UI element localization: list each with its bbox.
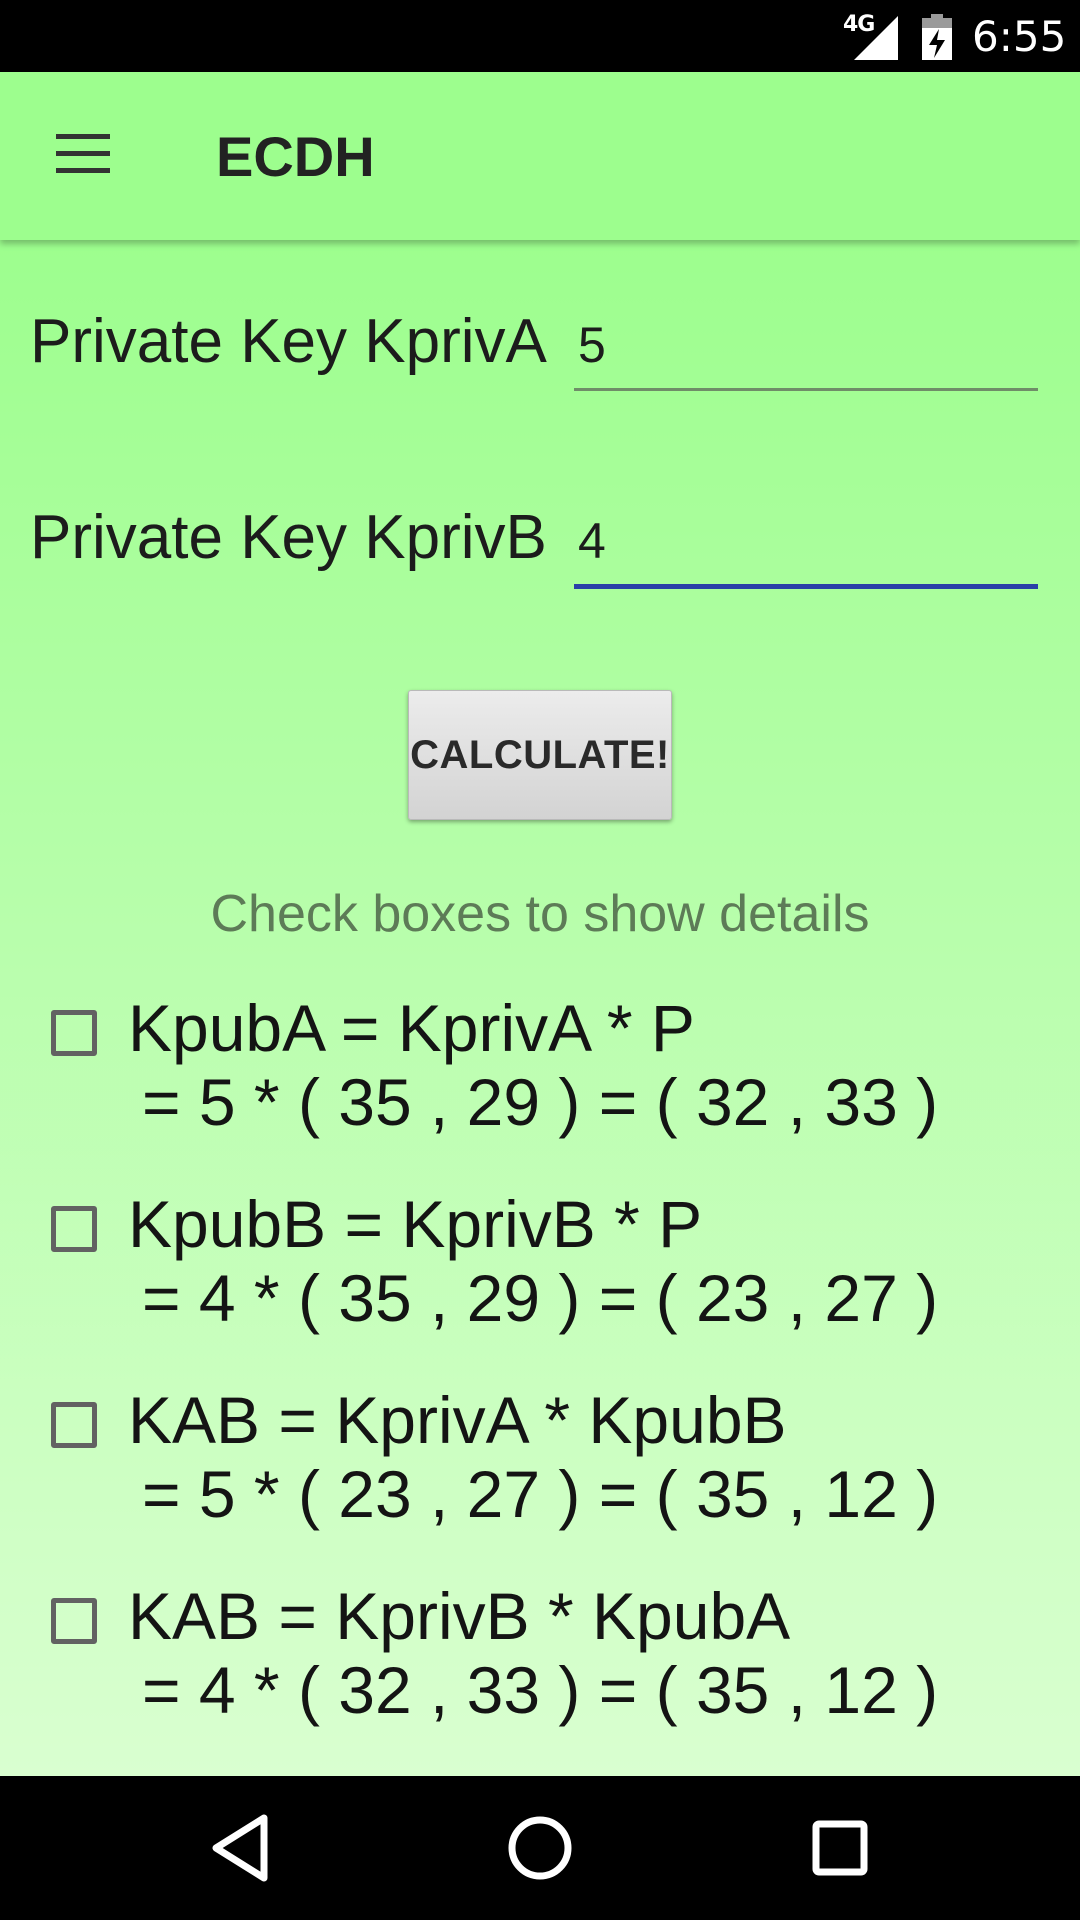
home-icon[interactable] <box>502 1810 578 1886</box>
detail-formula: KAB = KprivB * KpubA <box>128 1579 791 1653</box>
status-bar: 4G 6:55 <box>0 0 1080 72</box>
signal-icon <box>854 16 898 60</box>
detail-result: = 4 * ( 32 , 33 ) = ( 35 , 12 ) <box>142 1653 939 1727</box>
kpriv-b-input[interactable] <box>574 506 1040 576</box>
battery-charging-icon <box>922 14 952 60</box>
kpriv-a-label: Private Key KprivA <box>30 307 547 376</box>
detail-row-kpub-a[interactable]: KpubA = KprivA * P = 5 * ( 35 , 29 ) = (… <box>0 990 1080 1170</box>
checkbox[interactable] <box>51 1598 97 1644</box>
checkbox[interactable] <box>51 1010 97 1056</box>
detail-result: = 4 * ( 35 , 29 ) = ( 23 , 27 ) <box>142 1261 939 1335</box>
kpriv-b-label: Private Key KprivB <box>30 503 547 572</box>
detail-formula: KpubA = KprivA * P <box>128 991 695 1065</box>
detail-row-kpub-b[interactable]: KpubB = KprivB * P = 4 * ( 35 , 29 ) = (… <box>0 1186 1080 1366</box>
kpriv-a-underline <box>574 388 1038 391</box>
detail-formula: KAB = KprivA * KpubB <box>128 1383 787 1457</box>
detail-result: = 5 * ( 23 , 27 ) = ( 35 , 12 ) <box>142 1457 939 1531</box>
recents-icon[interactable] <box>802 1810 878 1886</box>
checkbox[interactable] <box>51 1206 97 1252</box>
detail-row-kab-a[interactable]: KAB = KprivA * KpubB = 5 * ( 23 , 27 ) =… <box>0 1382 1080 1562</box>
app-title: ECDH <box>216 125 375 188</box>
back-icon[interactable] <box>202 1810 278 1886</box>
kpriv-a-input[interactable] <box>574 310 1040 380</box>
app-bar: ECDH <box>0 72 1080 240</box>
detail-formula: KpubB = KprivB * P <box>128 1187 703 1261</box>
checkbox[interactable] <box>51 1402 97 1448</box>
main-content: Private Key KprivA Private Key KprivB CA… <box>0 240 1080 1776</box>
kpriv-b-underline <box>574 584 1038 589</box>
detail-result: = 5 * ( 35 , 29 ) = ( 32 , 33 ) <box>142 1065 939 1139</box>
detail-row-kab-b[interactable]: KAB = KprivB * KpubA = 4 * ( 32 , 33 ) =… <box>0 1578 1080 1758</box>
clock: 6:55 <box>972 12 1067 61</box>
calculate-button[interactable]: CALCULATE! <box>408 690 672 820</box>
navigation-bar <box>0 1776 1080 1920</box>
details-hint: Check boxes to show details <box>210 885 870 943</box>
hamburger-menu-icon[interactable] <box>52 134 112 178</box>
